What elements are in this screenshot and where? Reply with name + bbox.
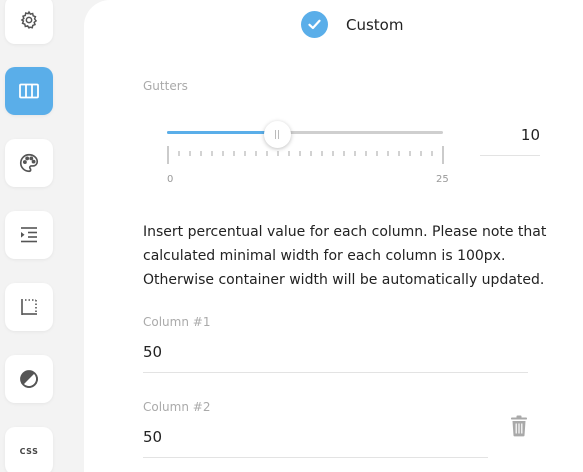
sidebar-item-border[interactable] — [5, 283, 53, 331]
sidebar-item-effects[interactable] — [5, 355, 53, 403]
gear-icon — [20, 10, 38, 30]
palette-icon — [20, 153, 39, 173]
gutters-max-label: 25 — [436, 174, 449, 185]
border-icon — [21, 299, 37, 315]
custom-option-label[interactable]: Custom — [346, 16, 403, 34]
sidebar-item-colors[interactable] — [5, 139, 53, 187]
column-settings-panel: Custom Gutters 0 25 10 Insert percentual… — [84, 0, 583, 472]
column-width-info: Insert percentual value for each column.… — [143, 224, 547, 288]
sidebar-item-spacing[interactable] — [5, 211, 53, 259]
gutters-value-input[interactable]: 10 — [480, 118, 540, 156]
sidebar-item-settings[interactable] — [5, 0, 53, 44]
gutters-min-label: 0 — [167, 174, 174, 185]
contrast-icon — [20, 370, 38, 388]
sidebar-item-css[interactable]: CSS — [5, 427, 53, 472]
delete-column-2-button[interactable] — [510, 415, 528, 441]
css-icon: CSS — [19, 446, 39, 456]
gutters-slider-ticks — [167, 146, 444, 164]
column-1-input[interactable]: 50 — [143, 333, 528, 373]
custom-option-radio[interactable] — [301, 11, 328, 38]
column-2-input[interactable]: 50 — [143, 418, 488, 458]
sidebar-item-columns[interactable] — [5, 67, 53, 115]
sidebar: CSS — [0, 0, 86, 472]
check-icon — [308, 19, 321, 30]
indent-icon — [21, 227, 37, 243]
gutters-slider-fill — [167, 131, 277, 134]
columns-icon — [19, 83, 39, 99]
gutters-slider-thumb[interactable] — [263, 121, 291, 148]
gutters-slider-track[interactable] — [167, 131, 443, 134]
column-1-label: Column #1 — [143, 315, 211, 329]
column-2-label: Column #2 — [143, 400, 211, 414]
gutters-label: Gutters — [143, 79, 188, 93]
trash-icon — [511, 415, 527, 437]
